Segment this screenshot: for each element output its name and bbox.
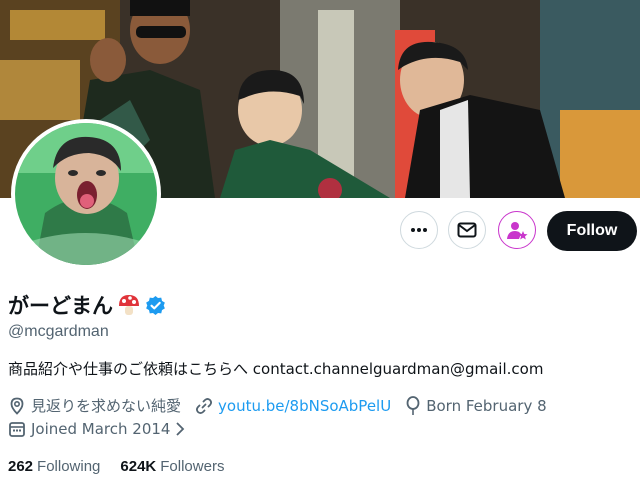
- chevron-right-icon: [176, 422, 185, 436]
- joined-row[interactable]: Joined March 2014: [8, 420, 205, 438]
- profile-avatar[interactable]: [11, 119, 161, 269]
- subscribe-icon: [507, 222, 528, 240]
- following-label: Following: [37, 458, 101, 475]
- user-handle: @mcgardman: [8, 323, 109, 340]
- website-item[interactable]: youtu.be/8bNSoAbPelU: [195, 397, 391, 415]
- follow-button[interactable]: Follow: [547, 211, 637, 251]
- message-button[interactable]: [448, 211, 486, 249]
- balloon-icon: [406, 395, 420, 415]
- more-icon: [411, 228, 427, 232]
- mail-icon: [457, 222, 477, 238]
- joined-text: Joined March 2014: [31, 420, 171, 438]
- following-count: 262: [8, 458, 34, 475]
- profile-meta-row: 見返りを求めない純愛 youtu.be/8bNSoAbPelU Born Feb…: [8, 395, 561, 416]
- calendar-icon: [9, 422, 25, 437]
- website-link[interactable]: youtu.be/8bNSoAbPelU: [218, 397, 391, 415]
- profile-bio: 商品紹介や仕事のご依頼はこちらへ contact.channelguardman…: [8, 360, 544, 378]
- more-options-button[interactable]: [400, 211, 438, 249]
- followers-count: 624K: [120, 458, 157, 475]
- follow-stats: 262 Following 624K Followers: [8, 458, 244, 475]
- joined-item[interactable]: Joined March 2014: [8, 420, 191, 438]
- location-icon: [10, 397, 24, 415]
- avatar-photo: [15, 123, 157, 265]
- name-row: がーどまん: [8, 290, 166, 320]
- location-text: 見返りを求めない純愛: [31, 397, 182, 415]
- mushroom-emoji-icon: [119, 295, 139, 315]
- followers-stat[interactable]: 624K Followers: [120, 458, 224, 475]
- verified-badge-icon[interactable]: [145, 295, 166, 316]
- subscribe-button[interactable]: [498, 211, 536, 249]
- following-stat[interactable]: 262 Following: [8, 458, 100, 475]
- birthday-text: Born February 8: [426, 396, 547, 415]
- location-item: 見返りを求めない純愛: [8, 395, 181, 416]
- link-icon: [196, 397, 213, 414]
- followers-label: Followers: [160, 458, 225, 475]
- display-name: がーどまん: [8, 294, 113, 318]
- birthday-item: Born February 8: [405, 395, 547, 416]
